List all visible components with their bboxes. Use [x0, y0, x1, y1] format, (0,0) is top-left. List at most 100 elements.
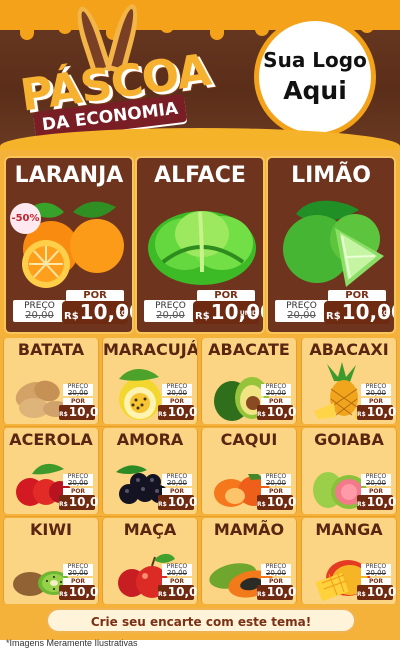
price-unit: UNID [239, 310, 257, 317]
current-price: 10,00 [366, 585, 397, 599]
por-label: POR [361, 488, 391, 495]
product-card-goiaba[interactable]: GOIABA PREÇO20,00 POR R$10,00 [301, 428, 397, 514]
product-card-batata[interactable]: BATATA PREÇO20,00 POR R$10,00 [3, 338, 99, 424]
old-price: 20,00 [265, 389, 287, 397]
currency-symbol: R$ [257, 501, 266, 508]
product-name: MANGA [315, 520, 383, 539]
product-card-abacaxi[interactable]: ABACAXI PREÇO20,00 POR R$10,00 [301, 338, 397, 424]
row-divider [4, 516, 396, 517]
template-cta-button[interactable]: Crie seu encarte com este tema! [46, 608, 356, 633]
product-card-maracuja[interactable]: MARACUJÁ PREÇO20,00 POR R$10,00 [102, 338, 198, 424]
old-price-box: PREÇO 20,00 [63, 564, 93, 577]
current-price-box: R$10,00 UNID [193, 301, 263, 324]
current-price-box: R$10,00 [257, 495, 296, 510]
price-tag: PREÇO20,00 POR R$10,00 [158, 384, 197, 422]
currency-symbol: R$ [158, 591, 167, 598]
lettuce-icon [148, 211, 256, 285]
currency-symbol: R$ [158, 411, 167, 418]
current-price: 10,00 [266, 405, 297, 419]
current-price-box: R$10,00 [59, 405, 98, 420]
old-price: 20,00 [365, 389, 387, 397]
current-price-box: R$10,00 [357, 495, 396, 510]
currency-symbol: R$ [357, 411, 366, 418]
old-price-box: PREÇO 20,00 [63, 384, 93, 397]
old-price-box: PREÇO 20,00 [162, 564, 192, 577]
price-tag: PREÇO20,00 POR R$10,00 [257, 384, 296, 422]
header-banner: PÁSCOA DA ECONOMIA Sua Logo Aqui [0, 0, 400, 150]
price-tag: PREÇO20,00 POR R$10,00 [257, 564, 296, 602]
old-price: 20,00 [365, 569, 387, 577]
current-price: 10,00 [68, 405, 99, 419]
product-name: BATATA [17, 340, 85, 359]
current-price: 10,00 [68, 585, 99, 599]
featured-card-limao[interactable]: LIMÃO POR PREÇO 20,00 R$10,00 KG [266, 156, 396, 334]
product-name: MAMÃO [213, 520, 285, 539]
product-name: ABACATE [208, 340, 290, 359]
product-name: CAQUI [220, 430, 278, 449]
current-price: 10,00 [266, 585, 297, 599]
por-label: POR [162, 578, 192, 585]
por-label: POR [361, 398, 391, 405]
product-name: KIWI [30, 520, 72, 539]
featured-card-laranja[interactable]: LARANJA -50% POR PREÇO 20,00 R$10,00 KG [4, 156, 134, 334]
old-price-box: PREÇO 20,00 [361, 384, 391, 397]
price-unit: KG [116, 310, 126, 317]
price-unit: KG [378, 310, 388, 317]
price-tag: PREÇO20,00 POR R$10,00 [59, 474, 98, 512]
product-card-mamao[interactable]: MAMÃO PREÇO20,00 POR R$10,00 [201, 518, 297, 604]
old-price: 20,00 [265, 479, 287, 487]
lime-icon [283, 200, 384, 287]
por-label: POR [63, 398, 93, 405]
old-price-box: PREÇO 20,00 [261, 474, 291, 487]
product-name: ALFACE [154, 163, 246, 188]
price-tag: PREÇO20,00 POR R$10,00 [158, 564, 197, 602]
price-tag: POR PREÇO 20,00 R$10,00 KG [10, 288, 132, 326]
por-label: POR [261, 578, 291, 585]
product-card-kiwi[interactable]: KIWI PREÇO20,00 POR R$10,00 [3, 518, 99, 604]
product-card-amora[interactable]: AMORA PREÇO20,00 POR R$10,00 [102, 428, 198, 514]
current-price-box: R$10,00 [357, 405, 396, 420]
price-tag: PREÇO20,00 POR R$10,00 [357, 474, 396, 512]
product-name: LIMÃO [291, 163, 371, 188]
product-name: MAÇA [123, 520, 177, 539]
currency-symbol: R$ [326, 311, 341, 322]
product-card-manga[interactable]: MANGA PREÇO20,00 POR R$10,00 [301, 518, 397, 604]
price-tag: PREÇO20,00 POR R$10,00 [357, 384, 396, 422]
price-tag: PREÇO20,00 POR R$10,00 [59, 564, 98, 602]
old-price: 20,00 [67, 389, 89, 397]
disclaimer-note: *Imagens Meramente Ilustrativas [6, 638, 138, 648]
current-price-box: R$10,00 KG [62, 301, 132, 324]
por-label: POR [63, 488, 93, 495]
current-price-box: R$10,00 [357, 585, 396, 600]
old-price-box: PREÇO 20,00 [162, 384, 192, 397]
old-price: 20,00 [166, 389, 188, 397]
logo-placeholder[interactable]: Sua Logo Aqui [254, 16, 376, 138]
product-card-caqui[interactable]: CAQUI PREÇO20,00 POR R$10,00 [201, 428, 297, 514]
product-card-acerola[interactable]: ACEROLA PREÇO20,00 POR R$10,00 [3, 428, 99, 514]
old-price: 20,00 [67, 479, 89, 487]
product-card-maca[interactable]: MAÇA PREÇO20,00 POR R$10,00 [102, 518, 198, 604]
discount-badge: -50% [10, 203, 41, 234]
currency-symbol: R$ [64, 311, 79, 322]
por-label: POR [63, 578, 93, 585]
currency-symbol: R$ [59, 501, 68, 508]
product-card-abacate[interactable]: ABACATE PREÇO20,00 POR R$10,00 [201, 338, 297, 424]
currency-symbol: R$ [357, 591, 366, 598]
featured-card-alface[interactable]: ALFACE POR PREÇO 20,00 R$10,00 UNID [135, 156, 265, 334]
old-price-box: PREÇO 20,00 [361, 474, 391, 487]
por-label: POR [361, 578, 391, 585]
current-price-box: R$10,00 [59, 585, 98, 600]
logo-line-1: Sua Logo [263, 47, 367, 72]
price-tag: POR PREÇO 20,00 R$10,00 UNID [141, 288, 263, 326]
current-price: 10,00 [167, 405, 198, 419]
old-price: 20,00 [166, 569, 188, 577]
currency-symbol: R$ [257, 411, 266, 418]
current-price-box: R$10,00 [158, 405, 197, 420]
logo-line-2: Aqui [283, 75, 347, 105]
product-name: ACEROLA [9, 430, 93, 449]
current-price: 10,00 [68, 495, 99, 509]
currency-symbol: R$ [357, 501, 366, 508]
old-price: 20,00 [67, 569, 89, 577]
old-price-box: PREÇO 20,00 [361, 564, 391, 577]
price-tag: PREÇO20,00 POR R$10,00 [59, 384, 98, 422]
